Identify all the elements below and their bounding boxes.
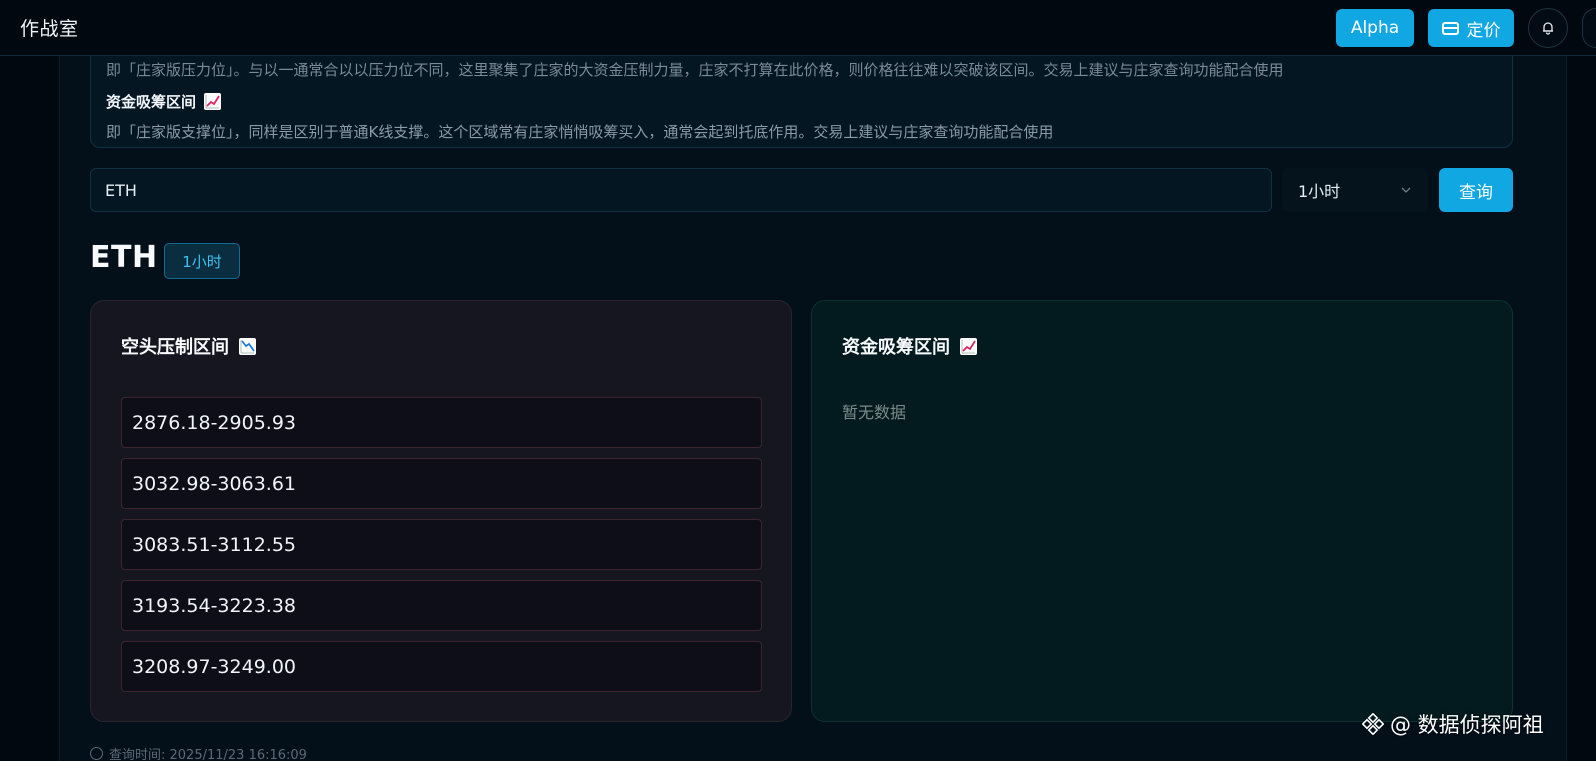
info-accumulation-heading: 资金吸筹区间 xyxy=(106,91,222,112)
alpha-button[interactable]: Alpha xyxy=(1336,9,1414,47)
long-panel-title: 资金吸筹区间 xyxy=(842,337,950,358)
avatar[interactable] xyxy=(1582,8,1596,48)
chart-increasing-icon xyxy=(204,93,222,110)
clock-icon xyxy=(90,747,103,760)
top-bar: 作战室 Alpha 定价 xyxy=(0,0,1596,56)
short-panel-title: 空头压制区间 xyxy=(121,337,229,358)
interval-select[interactable]: 1小时 xyxy=(1282,168,1428,212)
chevron-down-icon xyxy=(1401,187,1411,193)
symbol-input[interactable] xyxy=(90,168,1272,212)
pricing-button[interactable]: 定价 xyxy=(1428,9,1514,47)
query-button[interactable]: 查询 xyxy=(1439,168,1513,212)
info-resistance-text: 即「庄家版压力位」。与以一通常合以以压力位不同，这里聚集了庄家的大资金压制力量，… xyxy=(106,61,1284,79)
interval-select-value: 1小时 xyxy=(1298,182,1341,201)
chart-increasing-icon xyxy=(960,337,977,355)
range-item: 3032.98-3063.61 xyxy=(121,458,762,509)
interval-tag: 1小时 xyxy=(164,243,240,279)
accumulation-panel: 资金吸筹区间 暂无数据 xyxy=(811,300,1513,722)
topbar-actions: Alpha 定价 xyxy=(1336,0,1596,56)
short-range-list: 2876.18-2905.93 3032.98-3063.61 3083.51-… xyxy=(121,397,762,702)
info-box: 即「庄家版压力位」。与以一通常合以以压力位不同，这里聚集了庄家的大资金压制力量，… xyxy=(90,56,1513,148)
query-time: 查询时间: 2025/11/23 16:16:09 xyxy=(90,744,307,761)
notification-button[interactable] xyxy=(1528,8,1568,48)
bell-icon xyxy=(1543,22,1553,35)
pricing-button-label: 定价 xyxy=(1466,20,1501,41)
range-item: 3083.51-3112.55 xyxy=(121,519,762,570)
short-suppression-panel: 空头压制区间 2876.18-2905.93 3032.98-3063.61 3… xyxy=(90,300,792,722)
info-accumulation-title: 资金吸筹区间 xyxy=(106,93,197,111)
query-time-text: 查询时间: 2025/11/23 16:16:09 xyxy=(109,748,307,761)
app-title: 作战室 xyxy=(20,18,79,40)
watermark: @ 数据侦探阿祖 xyxy=(1362,707,1544,741)
binance-logo-icon xyxy=(1362,713,1384,735)
short-panel-header: 空头压制区间 xyxy=(121,333,256,359)
chart-decreasing-icon xyxy=(239,337,256,355)
info-accumulation-text: 即「庄家版支撑位」，同样是区别于普通K线支撑。这个区域常有庄家悄悄吸筹买入，通常… xyxy=(106,123,1054,141)
watermark-text: @ 数据侦探阿祖 xyxy=(1390,713,1544,737)
result-symbol: ETH xyxy=(90,240,158,275)
credit-card-icon xyxy=(1441,21,1459,35)
range-item: 3193.54-3223.38 xyxy=(121,580,762,631)
main-content: 即「庄家版压力位」。与以一通常合以以压力位不同，这里聚集了庄家的大资金压制力量，… xyxy=(61,56,1566,761)
long-panel-header: 资金吸筹区间 xyxy=(842,333,977,359)
range-item: 3208.97-3249.00 xyxy=(121,641,762,692)
range-item: 2876.18-2905.93 xyxy=(121,397,762,448)
empty-state-text: 暂无数据 xyxy=(842,403,907,422)
left-sidebar xyxy=(0,56,60,761)
right-gutter xyxy=(1566,56,1596,761)
